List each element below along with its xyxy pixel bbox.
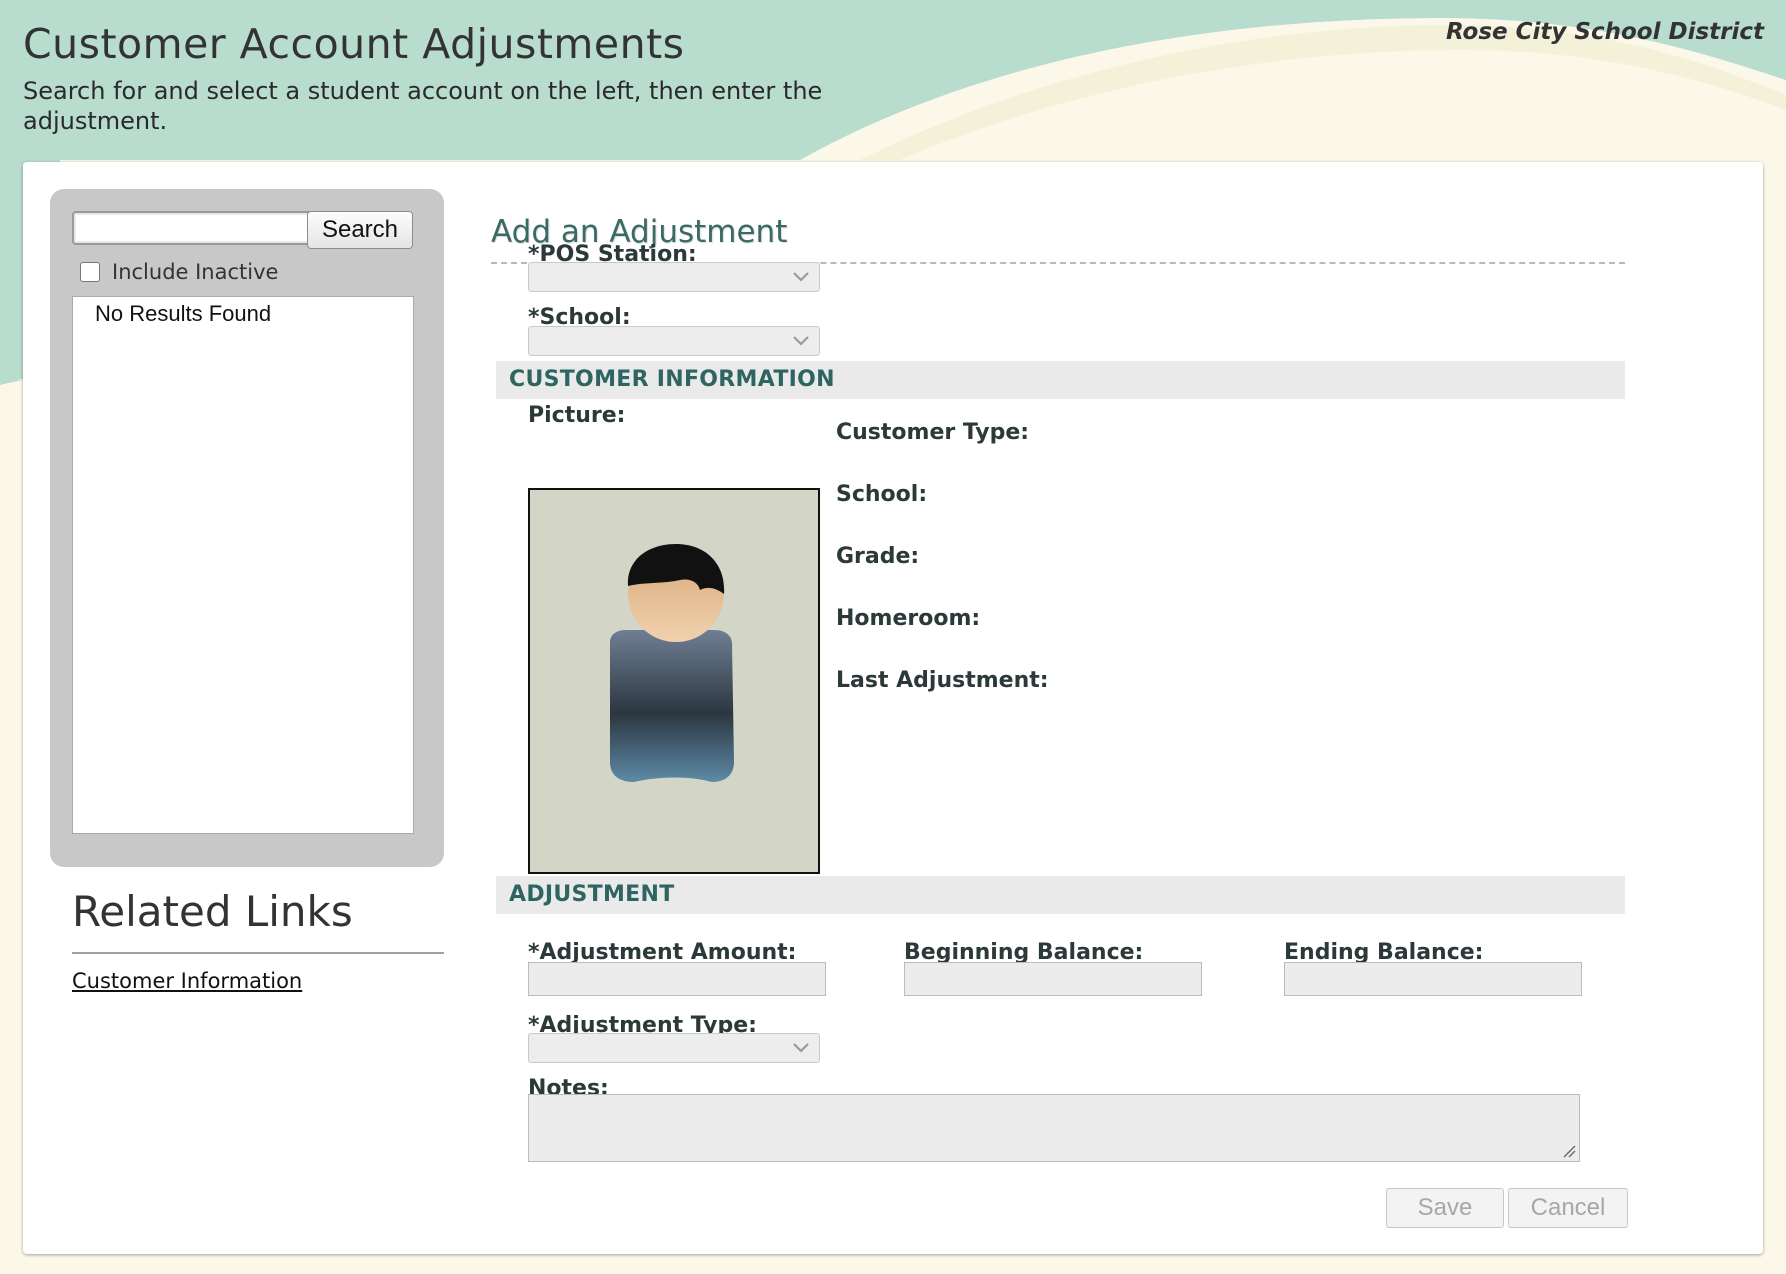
chevron-down-icon [793,272,809,282]
customer-picture [528,488,820,874]
adjustment-amount-input[interactable] [528,962,826,996]
notes-textarea[interactable] [528,1094,1580,1162]
chevron-down-icon [793,1043,809,1053]
related-links-divider [72,952,444,954]
customer-information-link[interactable]: Customer Information [72,969,302,993]
school-select[interactable] [528,326,820,356]
picture-label: Picture: [528,403,626,428]
page-subtitle: Search for and select a student account … [23,77,823,135]
include-inactive-checkbox[interactable] [80,262,100,282]
customer-school-label: School: [836,482,928,507]
cancel-button[interactable]: Cancel [1508,1188,1628,1228]
customer-information-section: CUSTOMER INFORMATION [496,361,1625,399]
include-inactive-label: Include Inactive [112,260,279,284]
chevron-down-icon [793,336,809,346]
pos-station-select[interactable] [528,262,820,292]
search-button[interactable]: Search [307,211,413,249]
district-name: Rose City School District [1445,19,1764,45]
ending-balance-input[interactable] [1284,962,1582,996]
include-inactive-option[interactable]: Include Inactive [80,259,278,285]
related-links-title: Related Links [72,887,353,936]
beginning-balance-input[interactable] [904,962,1202,996]
search-panel: Search Include Inactive No Results Found [50,189,444,867]
main-card: Search Include Inactive No Results Found… [23,162,1763,1254]
adjustment-type-select[interactable] [528,1033,820,1063]
last-adjustment-label: Last Adjustment: [836,668,1049,693]
homeroom-label: Homeroom: [836,606,981,631]
person-placeholder-icon [610,544,734,782]
resize-grip-icon[interactable] [1562,1144,1576,1158]
no-results-text: No Results Found [95,301,272,326]
customer-information-heading: CUSTOMER INFORMATION [509,367,835,392]
page-header: Customer Account Adjustments Search for … [0,0,1786,160]
save-button[interactable]: Save [1386,1188,1504,1228]
page-title: Customer Account Adjustments [23,20,685,68]
results-list[interactable]: No Results Found [72,296,414,834]
grade-label: Grade: [836,544,920,569]
adjustment-section: ADJUSTMENT [496,876,1625,914]
adjustment-heading: ADJUSTMENT [509,882,675,907]
search-input[interactable] [72,211,314,245]
customer-type-label: Customer Type: [836,420,1030,445]
